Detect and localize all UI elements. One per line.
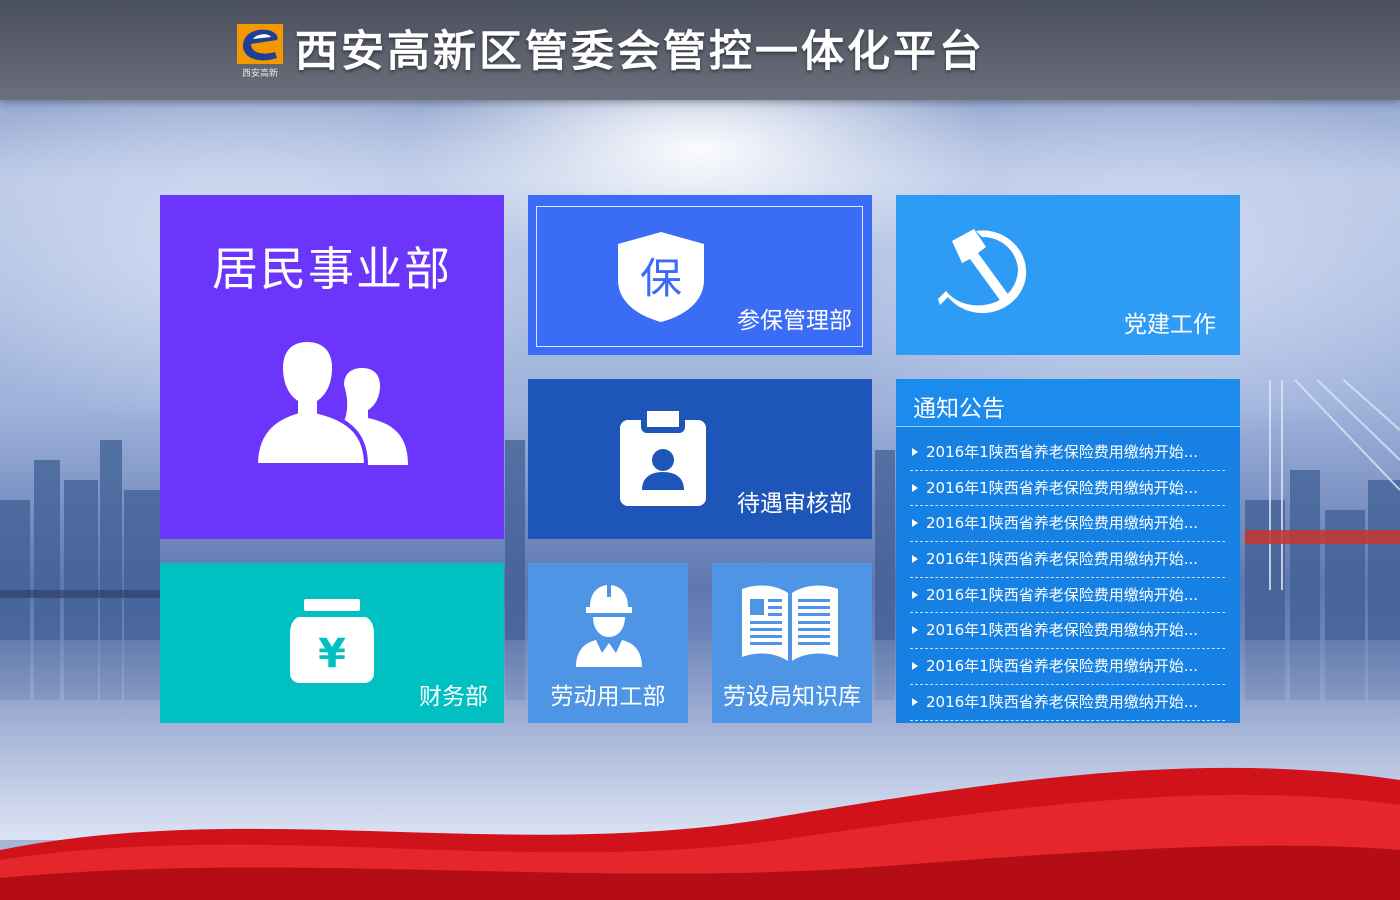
tile-finance-department[interactable]: ¥ 财务部 <box>160 563 504 723</box>
red-ribbon-decoration <box>0 767 1400 900</box>
triangle-right-icon <box>912 448 918 456</box>
id-badge-icon <box>620 408 706 506</box>
app-logo[interactable]: 西安高新 <box>237 24 283 79</box>
triangle-right-icon <box>912 697 918 706</box>
notice-panel: 通知公告 2016年1陕西省养老保险费用缴纳开始... 2016年1陕西省养老保… <box>896 379 1240 723</box>
tile-finance-label: 财务部 <box>419 684 488 710</box>
notice-title: 通知公告 <box>913 396 1005 422</box>
triangle-right-icon <box>912 626 918 635</box>
triangle-right-icon <box>912 662 918 671</box>
notice-list: 2016年1陕西省养老保险费用缴纳开始... 2016年1陕西省养老保险费用缴纳… <box>910 435 1225 721</box>
triangle-right-icon <box>912 483 918 492</box>
notice-item-text: 2016年1陕西省养老保险费用缴纳开始... <box>926 443 1199 461</box>
shield-glyph: 保 <box>640 254 682 303</box>
hammer-sickle-icon <box>938 229 1027 314</box>
logo-icon <box>237 24 283 64</box>
triangle-right-icon <box>912 590 918 599</box>
triangle-right-icon <box>912 519 918 528</box>
notice-item[interactable]: 2016年1陕西省养老保险费用缴纳开始... <box>910 471 1225 507</box>
tile-labor-employment[interactable]: 劳动用工部 <box>528 563 688 723</box>
tile-party-label: 党建工作 <box>1124 312 1216 338</box>
notice-item[interactable]: 2016年1陕西省养老保险费用缴纳开始... <box>910 685 1225 721</box>
triangle-right-icon <box>912 555 918 564</box>
tile-resident-department[interactable]: 居民事业部 <box>160 195 504 539</box>
tile-benefit-review[interactable]: 待遇审核部 <box>528 379 872 539</box>
notice-item-text: 2016年1陕西省养老保险费用缴纳开始... <box>926 550 1199 569</box>
notice-item[interactable]: 2016年1陕西省养老保险费用缴纳开始... <box>910 649 1225 685</box>
tile-review-label: 待遇审核部 <box>737 491 852 517</box>
two-people-icon <box>256 340 408 465</box>
worker-icon <box>576 583 642 667</box>
tile-insurance-management[interactable]: 保 参保管理部 <box>528 195 872 355</box>
notice-item-text: 2016年1陕西省养老保险费用缴纳开始... <box>926 657 1199 676</box>
yen-glyph: ¥ <box>318 631 346 677</box>
notice-item[interactable]: 2016年1陕西省养老保险费用缴纳开始... <box>910 542 1225 578</box>
notice-item-text: 2016年1陕西省养老保险费用缴纳开始... <box>926 585 1199 604</box>
tile-resident-label: 居民事业部 <box>212 242 452 296</box>
notice-item[interactable]: 2016年1陕西省养老保险费用缴纳开始... <box>910 613 1225 650</box>
tile-insurance-label: 参保管理部 <box>737 308 852 334</box>
tile-knowledge-base[interactable]: 劳设局知识库 <box>712 563 872 723</box>
top-header-bar: 西安高新 西安高新区管委会管控一体化平台 <box>0 0 1400 100</box>
app-title: 西安高新区管委会管控一体化平台 <box>295 27 985 77</box>
tile-knowledge-label: 劳设局知识库 <box>723 684 861 710</box>
notice-item[interactable]: 2016年1陕西省养老保险费用缴纳开始... <box>910 435 1225 471</box>
notice-header: 通知公告 <box>896 379 1240 427</box>
tile-party-building[interactable]: 党建工作 <box>896 195 1240 355</box>
logo-caption: 西安高新 <box>241 69 278 79</box>
notice-item-text: 2016年1陕西省养老保险费用缴纳开始... <box>926 692 1199 711</box>
shield-icon: 保 <box>618 232 704 322</box>
money-bag-icon: ¥ <box>290 599 374 683</box>
notice-item-text: 2016年1陕西省养老保险费用缴纳开始... <box>926 621 1199 640</box>
tile-labor-label: 劳动用工部 <box>550 684 666 710</box>
open-book-icon <box>742 585 838 661</box>
notice-item-text: 2016年1陕西省养老保险费用缴纳开始... <box>926 478 1199 497</box>
notice-item-text: 2016年1陕西省养老保险费用缴纳开始... <box>926 514 1199 533</box>
notice-item[interactable]: 2016年1陕西省养老保险费用缴纳开始... <box>910 578 1225 614</box>
notice-item[interactable]: 2016年1陕西省养老保险费用缴纳开始... <box>910 506 1225 543</box>
